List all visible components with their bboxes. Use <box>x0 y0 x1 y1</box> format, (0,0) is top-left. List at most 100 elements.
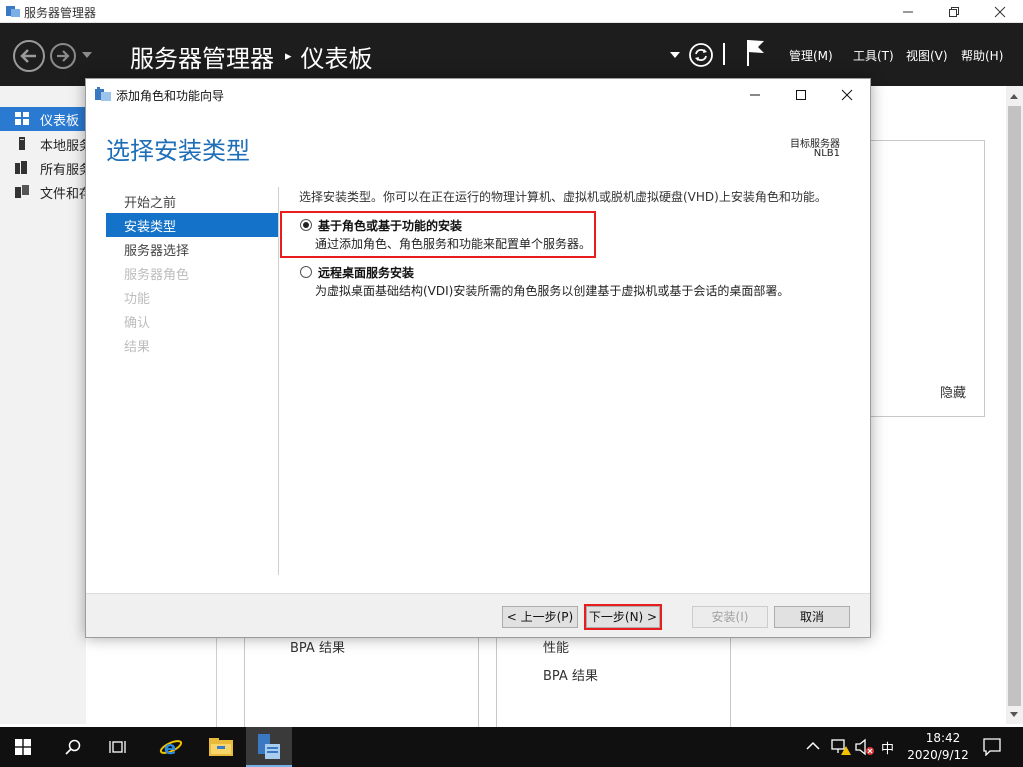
maximize-icon <box>796 90 806 100</box>
sidebar: 仪表板 本地服务器 所有服务器 文件和存储服务 <box>0 86 86 724</box>
role-tile-2 <box>496 630 731 730</box>
restore-icon <box>949 7 959 17</box>
dialog-title: 添加角色和功能向导 <box>116 89 225 103</box>
app-header: 服务器管理器 ▸ 仪表板 管理(M) 工具(T) 视图(V) 帮助(H) <box>0 23 1023 86</box>
minimize-icon <box>750 94 760 96</box>
file-explorer-icon <box>209 738 233 756</box>
menu-help[interactable]: 帮助(H) <box>961 47 1003 64</box>
sidebar-item-all-servers[interactable]: 所有服务器 <box>0 156 86 180</box>
server-manager-icon <box>258 734 280 759</box>
close-button[interactable] <box>977 0 1023 23</box>
hide-link[interactable]: 隐藏 <box>940 382 966 401</box>
task-view-icon <box>109 741 126 753</box>
dialog-maximize-button[interactable] <box>778 79 824 110</box>
step-features: 功能 <box>124 292 151 307</box>
scroll-up-icon[interactable] <box>1010 94 1018 99</box>
network-warning-icon[interactable] <box>831 738 851 756</box>
menu-view[interactable]: 视图(V) <box>906 47 948 64</box>
main-titlebar: 服务器管理器 <box>0 0 1023 23</box>
wizard-app-icon <box>95 87 111 101</box>
menu-manage[interactable]: 管理(M) <box>789 47 833 64</box>
all-servers-icon <box>15 161 27 174</box>
role-tile-1 <box>244 630 479 730</box>
sidebar-item-dashboard[interactable]: 仪表板 <box>0 107 86 131</box>
step-before-you-begin[interactable]: 开始之前 <box>106 189 278 213</box>
tile2-performance[interactable]: 性能 <box>543 637 569 656</box>
breadcrumb-separator-icon: ▸ <box>285 49 292 64</box>
minimize-button[interactable] <box>885 0 931 23</box>
windows-logo-icon <box>15 739 31 755</box>
breadcrumb: 服务器管理器 ▸ 仪表板 <box>130 39 373 74</box>
clock-date[interactable]: 2020/9/12 <box>900 748 976 762</box>
sidebar-item-file-storage[interactable]: 文件和存储服务 <box>0 180 86 204</box>
taskbar-ie-button[interactable]: e <box>148 727 194 767</box>
dashboard-icon <box>15 112 29 125</box>
close-icon <box>994 6 1006 18</box>
taskbar: e 中 18:42 2020/9/12 <box>0 727 1023 767</box>
sidebar-item-local-server[interactable]: 本地服务器 <box>0 132 86 156</box>
dialog-titlebar: 添加角色和功能向导 <box>86 79 870 110</box>
content-divider <box>216 636 217 727</box>
file-storage-icon <box>15 185 29 198</box>
nav-divider <box>278 187 279 575</box>
step-confirmation: 确认 <box>124 316 151 331</box>
search-button[interactable] <box>50 727 96 767</box>
sidebar-item-label: 本地服务器 <box>40 139 86 154</box>
back-button[interactable] <box>12 39 46 73</box>
vertical-scrollbar[interactable] <box>1006 86 1023 724</box>
close-icon <box>841 89 853 101</box>
window-title: 服务器管理器 <box>24 6 97 20</box>
local-server-icon <box>19 137 25 150</box>
history-dropdown-icon[interactable] <box>82 51 92 59</box>
step-installation-type[interactable]: 安装类型 <box>106 213 278 237</box>
dropdown-arrow-icon[interactable] <box>670 51 680 59</box>
dialog-minimize-button[interactable] <box>732 79 778 110</box>
show-hidden-icons-chevron-icon[interactable] <box>806 741 820 751</box>
tile1-bpa-results[interactable]: BPA 结果 <box>290 637 345 656</box>
forward-button[interactable] <box>49 42 77 70</box>
volume-muted-icon[interactable] <box>855 738 875 756</box>
step-server-roles: 服务器角色 <box>124 268 190 283</box>
installation-type-intro: 选择安装类型。你可以在正在运行的物理计算机、虚拟机或脱机虚拟硬盘(VHD)上安装… <box>299 190 827 204</box>
add-roles-wizard-dialog: 添加角色和功能向导 选择安装类型 目标服务器 NLB1 开始之前 安装类型 服务… <box>85 78 871 638</box>
minimize-icon <box>903 11 913 13</box>
taskbar-server-manager-button[interactable] <box>246 727 292 767</box>
input-method-indicator[interactable]: 中 <box>881 738 894 757</box>
step-server-selection[interactable]: 服务器选择 <box>106 237 278 261</box>
option-title: 远程桌面服务安装 <box>318 266 415 280</box>
server-manager-app-icon <box>6 6 20 17</box>
option-description: 为虚拟桌面基础结构(VDI)安装所需的角色服务以创建基于虚拟机或基于会话的桌面部… <box>315 284 790 298</box>
welcome-panel <box>862 140 985 417</box>
restore-button[interactable] <box>931 0 977 23</box>
cancel-button[interactable]: 取消 <box>774 606 850 628</box>
breadcrumb-current: 仪表板 <box>300 45 373 73</box>
svg-text:e: e <box>164 738 176 758</box>
action-center-icon[interactable] <box>983 738 1001 756</box>
dialog-close-button[interactable] <box>824 79 870 110</box>
remote-desktop-radio[interactable] <box>300 266 312 278</box>
wizard-page-title: 选择安装类型 <box>106 137 250 165</box>
install-button: 安装(I) <box>692 606 768 628</box>
scroll-thumb[interactable] <box>1008 106 1021 706</box>
scroll-down-icon[interactable] <box>1010 712 1018 717</box>
highlight-box-option <box>280 211 596 258</box>
refresh-icon[interactable] <box>688 42 714 68</box>
highlight-box-next <box>584 604 662 630</box>
tile2-bpa-results[interactable]: BPA 结果 <box>543 665 598 684</box>
breadcrumb-root[interactable]: 服务器管理器 <box>130 39 274 74</box>
internet-explorer-icon: e <box>159 738 183 758</box>
step-results: 结果 <box>124 340 151 355</box>
start-button[interactable] <box>0 727 46 767</box>
destination-server-name: NLB1 <box>813 148 840 159</box>
header-divider <box>723 43 725 65</box>
task-view-button[interactable] <box>96 727 142 767</box>
dialog-footer: < 上一步(P) 下一步(N) > 安装(I) 取消 <box>86 593 870 637</box>
clock-time[interactable]: 18:42 <box>913 731 973 745</box>
sidebar-item-label: 文件和存储服务 <box>40 187 86 202</box>
menu-tools[interactable]: 工具(T) <box>853 47 894 64</box>
taskbar-explorer-button[interactable] <box>198 727 244 767</box>
notifications-flag-icon[interactable] <box>746 38 766 68</box>
sidebar-item-label: 所有服务器 <box>40 163 86 178</box>
previous-button[interactable]: < 上一步(P) <box>502 606 578 628</box>
search-icon <box>65 739 81 755</box>
